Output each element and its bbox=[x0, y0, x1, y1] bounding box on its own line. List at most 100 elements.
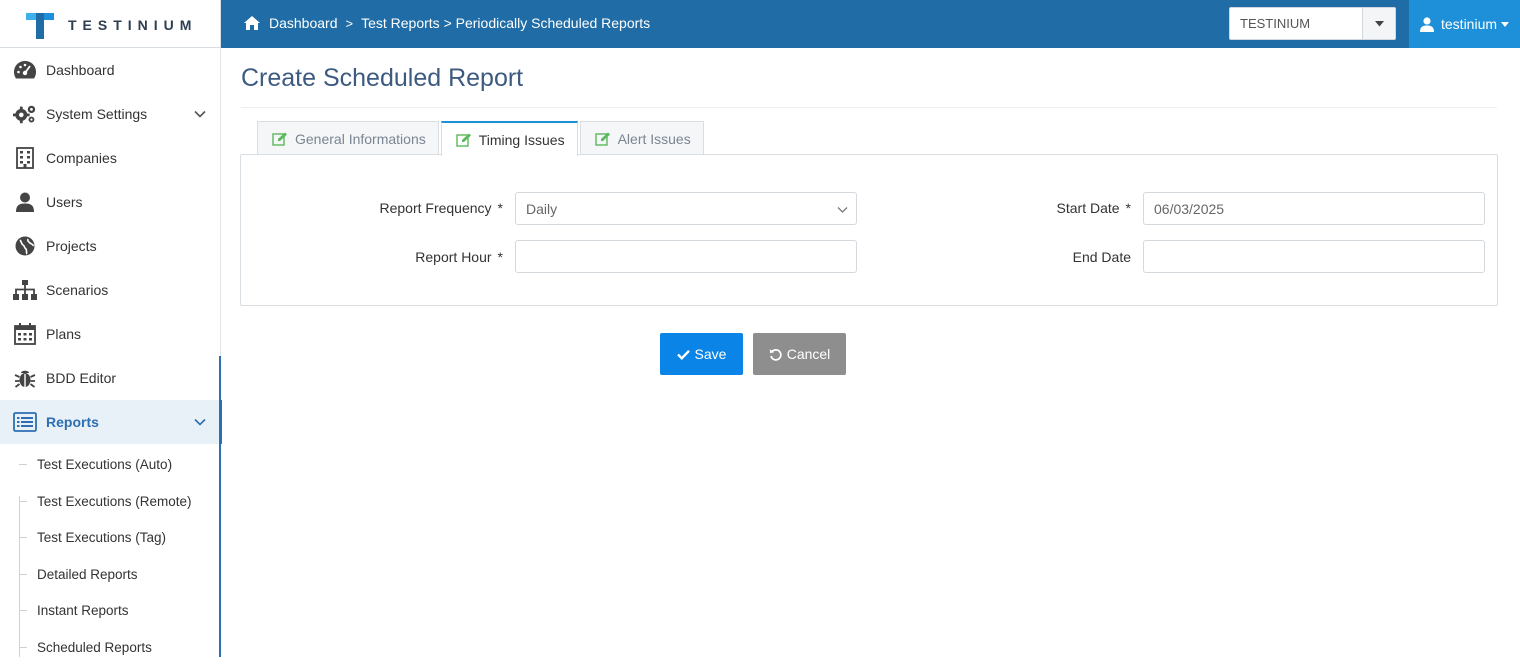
required-marker: * bbox=[1125, 200, 1131, 216]
save-button[interactable]: Save bbox=[660, 333, 743, 375]
building-icon bbox=[13, 147, 37, 169]
start-date-input[interactable]: 06/03/2025 bbox=[1143, 192, 1485, 225]
cancel-button-label: Cancel bbox=[786, 346, 831, 362]
chevron-down-icon bbox=[194, 418, 206, 426]
sidebar-item-label: Dashboard bbox=[46, 62, 115, 78]
tab-alert-issues[interactable]: Alert Issues bbox=[579, 121, 704, 155]
sidebar-item-label: Users bbox=[46, 194, 83, 210]
sidebar: Dashboard System Settings Companies User… bbox=[0, 48, 222, 657]
submenu-tick bbox=[19, 536, 27, 538]
title-divider bbox=[241, 107, 1497, 108]
report-frequency-value: Daily bbox=[526, 201, 558, 217]
label-text: Report Hour bbox=[415, 249, 492, 265]
sidebar-item-system-settings[interactable]: System Settings bbox=[0, 92, 220, 136]
sidebar-item-scenarios[interactable]: Scenarios bbox=[0, 268, 220, 312]
undo-icon bbox=[769, 348, 782, 361]
start-date-label: Start Date * bbox=[960, 200, 1131, 216]
chevron-down-icon bbox=[194, 110, 206, 118]
sidebar-item-label: System Settings bbox=[46, 106, 148, 122]
sidebar-item-dashboard[interactable]: Dashboard bbox=[0, 48, 220, 92]
sidebar-item-label: Companies bbox=[46, 150, 117, 166]
edit-icon bbox=[456, 133, 471, 147]
edit-icon bbox=[594, 132, 610, 146]
sidebar-subitem-test-executions-auto[interactable]: Test Executions (Auto) bbox=[0, 446, 219, 482]
chevron-down-icon bbox=[837, 207, 848, 213]
breadcrumb-separator: > bbox=[345, 15, 354, 31]
company-select-value: TESTINIUM bbox=[1240, 16, 1311, 31]
breadcrumb-home[interactable]: Dashboard bbox=[269, 15, 338, 31]
sidebar-item-companies[interactable]: Companies bbox=[0, 136, 220, 180]
sidebar-subitem-instant-reports[interactable]: Instant Reports bbox=[0, 592, 219, 628]
company-select-toggle[interactable] bbox=[1362, 8, 1395, 39]
sidebar-subitem-test-executions-tag[interactable]: Test Executions (Tag) bbox=[0, 519, 219, 555]
sidebar-item-label: Scenarios bbox=[46, 282, 109, 298]
breadcrumb-path[interactable]: Test Reports > Periodically Scheduled Re… bbox=[361, 15, 650, 31]
company-select[interactable]: TESTINIUM bbox=[1229, 7, 1396, 40]
username: testinium bbox=[1441, 16, 1498, 32]
sidebar-item-label: Plans bbox=[46, 326, 82, 342]
gears-icon bbox=[13, 103, 37, 125]
tab-bar: General Informations Timing Issues Alert… bbox=[257, 121, 706, 156]
sidebar-active-edge bbox=[219, 356, 221, 657]
submenu-tick bbox=[19, 463, 27, 465]
cancel-button[interactable]: Cancel bbox=[753, 333, 846, 375]
top-bar: TESTINIUM Dashboard > Test Reports > Per… bbox=[0, 0, 1520, 48]
home-icon[interactable] bbox=[243, 15, 261, 31]
sidebar-subitem-test-executions-remote[interactable]: Test Executions (Remote) bbox=[0, 483, 219, 519]
user-icon bbox=[13, 191, 37, 213]
sidebar-item-users[interactable]: Users bbox=[0, 180, 220, 224]
submenu-tick bbox=[19, 646, 27, 648]
tab-general-informations[interactable]: General Informations bbox=[257, 121, 439, 155]
sidebar-item-label: Projects bbox=[46, 238, 97, 254]
sidebar-subitem-label: Test Executions (Tag) bbox=[37, 529, 167, 545]
report-hour-input[interactable] bbox=[515, 240, 857, 273]
save-button-label: Save bbox=[694, 346, 727, 362]
testinium-logo-icon bbox=[26, 13, 54, 39]
required-marker: * bbox=[497, 200, 503, 216]
submenu-tick bbox=[19, 500, 27, 502]
end-date-label: End Date bbox=[960, 249, 1131, 265]
sitemap-icon bbox=[13, 279, 37, 301]
tab-label: Alert Issues bbox=[617, 130, 691, 147]
report-frequency-label: Report Frequency * bbox=[330, 200, 503, 216]
dashboard-icon bbox=[13, 59, 37, 81]
sidebar-item-label: Reports bbox=[46, 414, 99, 430]
sidebar-item-projects[interactable]: Projects bbox=[0, 224, 220, 268]
sidebar-item-bdd-editor[interactable]: BDD Editor bbox=[0, 356, 220, 400]
timing-issues-panel bbox=[240, 154, 1498, 306]
submenu-tick bbox=[19, 609, 27, 611]
user-menu[interactable]: testinium bbox=[1409, 0, 1520, 48]
brand-name: TESTINIUM bbox=[68, 17, 198, 33]
logo[interactable]: TESTINIUM bbox=[0, 0, 221, 48]
submenu-tick bbox=[19, 573, 27, 575]
tab-label: General Informations bbox=[295, 130, 426, 147]
bug-icon bbox=[13, 367, 37, 389]
end-date-input[interactable] bbox=[1143, 240, 1485, 273]
start-date-value: 06/03/2025 bbox=[1154, 201, 1225, 217]
globe-icon bbox=[13, 235, 37, 257]
sidebar-subitem-scheduled-reports[interactable]: Scheduled Reports bbox=[0, 629, 219, 665]
required-marker: * bbox=[497, 249, 503, 265]
caret-down-icon bbox=[1374, 20, 1384, 26]
label-text: Start Date bbox=[1056, 200, 1120, 216]
sidebar-subitem-label: Detailed Reports bbox=[37, 566, 138, 582]
sidebar-subitem-label: Instant Reports bbox=[37, 602, 129, 618]
check-icon bbox=[676, 349, 690, 360]
label-text: End Date bbox=[1072, 249, 1131, 265]
sidebar-subitem-detailed-reports[interactable]: Detailed Reports bbox=[0, 556, 219, 592]
calendar-icon bbox=[13, 323, 37, 345]
report-hour-label: Report Hour * bbox=[330, 249, 503, 265]
sidebar-subitem-label: Test Executions (Remote) bbox=[37, 493, 192, 509]
tab-timing-issues[interactable]: Timing Issues bbox=[440, 121, 578, 156]
tab-label: Timing Issues bbox=[478, 131, 565, 148]
page-title: Create Scheduled Report bbox=[241, 64, 524, 92]
list-alt-icon bbox=[13, 411, 37, 433]
sidebar-item-plans[interactable]: Plans bbox=[0, 312, 220, 356]
caret-down-icon bbox=[1501, 21, 1510, 27]
label-text: Report Frequency bbox=[379, 200, 492, 216]
report-frequency-select[interactable]: Daily bbox=[515, 192, 857, 225]
sidebar-subitem-label: Test Executions (Auto) bbox=[37, 456, 173, 472]
user-icon bbox=[1420, 16, 1434, 32]
sidebar-item-reports[interactable]: Reports bbox=[0, 400, 222, 444]
sidebar-item-label: BDD Editor bbox=[46, 370, 117, 386]
